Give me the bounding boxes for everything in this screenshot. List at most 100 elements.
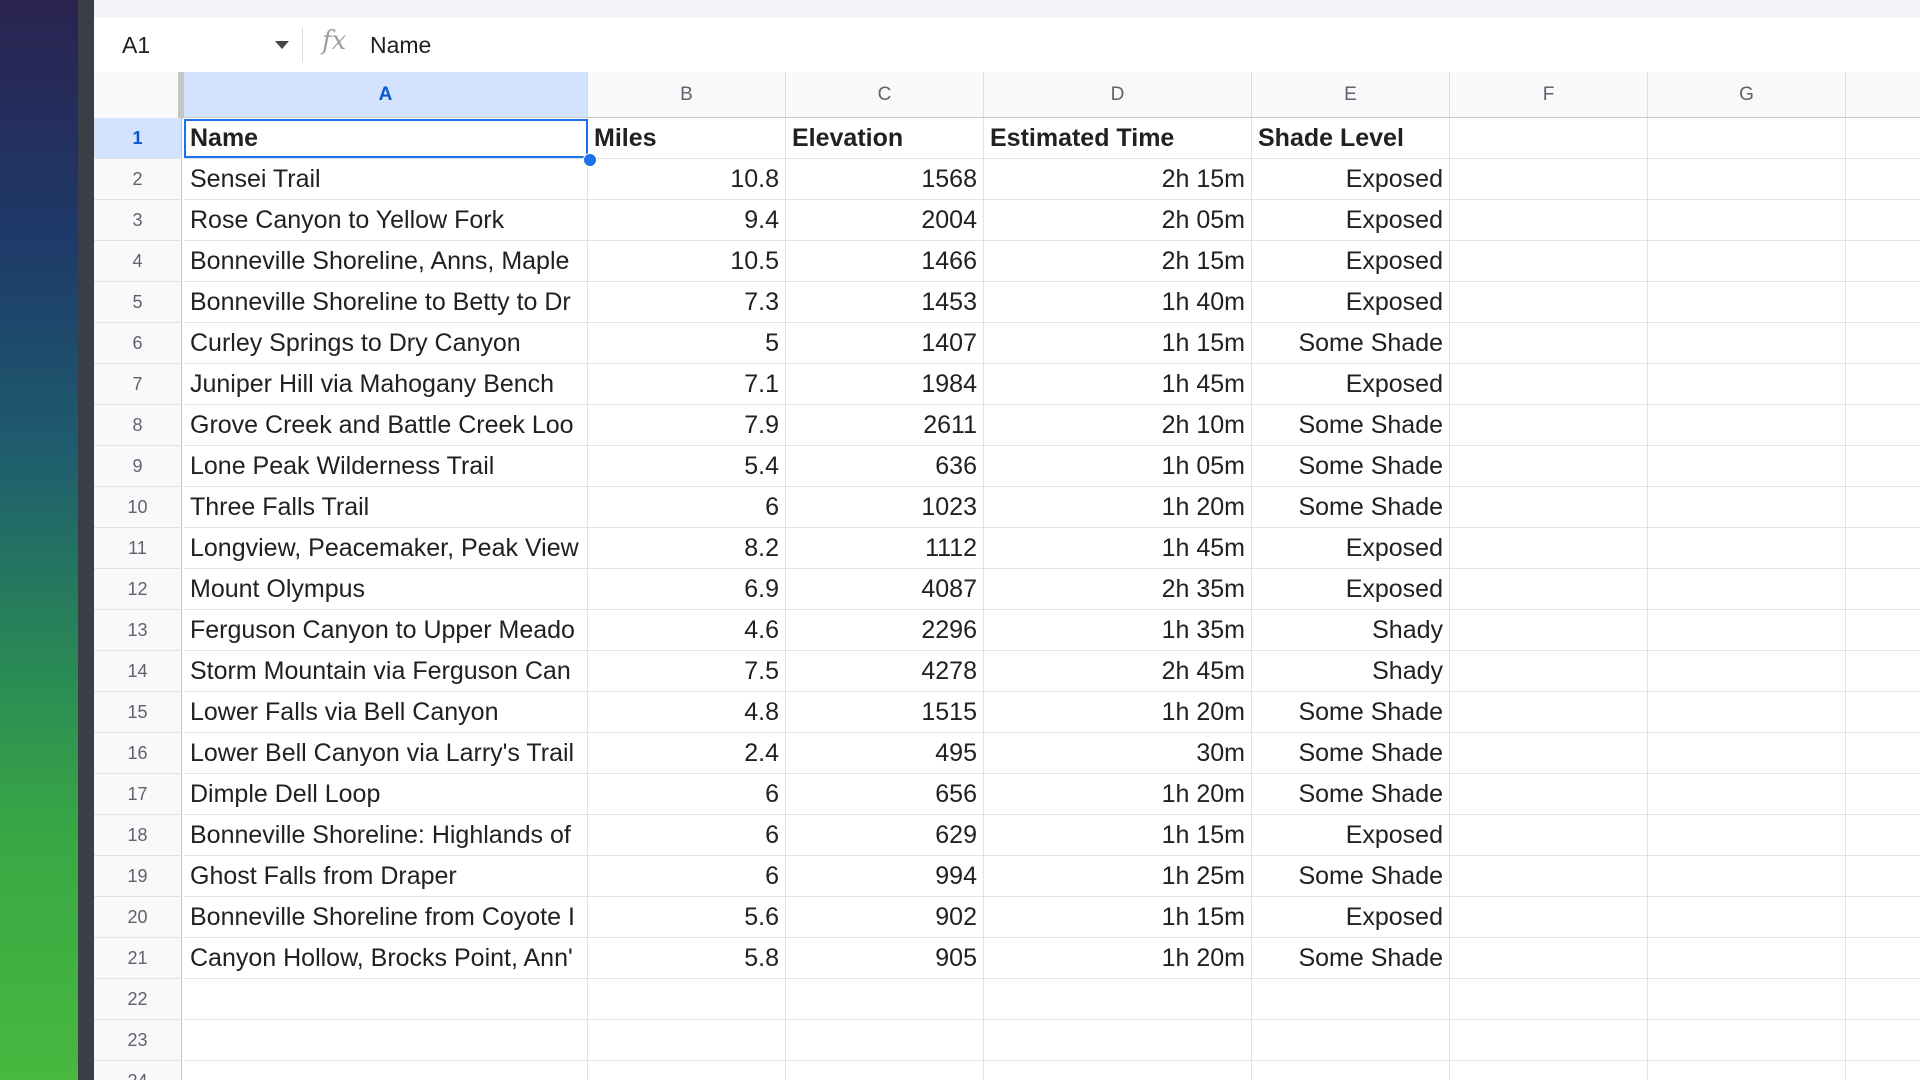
fill-handle[interactable] xyxy=(583,153,597,167)
cell-b20[interactable]: 5.6 xyxy=(588,897,786,938)
cell-f13[interactable] xyxy=(1450,610,1648,651)
cell-e24[interactable] xyxy=(1252,1061,1450,1080)
cell-f18[interactable] xyxy=(1450,815,1648,856)
cell-d19[interactable]: 1h 25m xyxy=(984,856,1252,897)
cell-g6[interactable] xyxy=(1648,323,1846,364)
cell-e14[interactable]: Shady xyxy=(1252,651,1450,692)
cell-e10[interactable]: Some Shade xyxy=(1252,487,1450,528)
cell-d11[interactable]: 1h 45m xyxy=(984,528,1252,569)
cell-b10[interactable]: 6 xyxy=(588,487,786,528)
cell-e20[interactable]: Exposed xyxy=(1252,897,1450,938)
cell-e19[interactable]: Some Shade xyxy=(1252,856,1450,897)
row-header[interactable]: 20 xyxy=(94,897,182,938)
cell-e17[interactable]: Some Shade xyxy=(1252,774,1450,815)
cell-d10[interactable]: 1h 20m xyxy=(984,487,1252,528)
cell-b4[interactable]: 10.5 xyxy=(588,241,786,282)
cell-c2[interactable]: 1568 xyxy=(786,159,984,200)
cell-c22[interactable] xyxy=(786,979,984,1020)
cell-e16[interactable]: Some Shade xyxy=(1252,733,1450,774)
cell-d22[interactable] xyxy=(984,979,1252,1020)
cell-c15[interactable]: 1515 xyxy=(786,692,984,733)
cell-f12[interactable] xyxy=(1450,569,1648,610)
cell-b23[interactable] xyxy=(588,1020,786,1061)
cell-f14[interactable] xyxy=(1450,651,1648,692)
cell-b24[interactable] xyxy=(588,1061,786,1080)
cell-g24[interactable] xyxy=(1648,1061,1846,1080)
cell-c11[interactable]: 1112 xyxy=(786,528,984,569)
cell-d9[interactable]: 1h 05m xyxy=(984,446,1252,487)
cell-a10[interactable]: Three Falls Trail xyxy=(184,487,588,528)
cell-g5[interactable] xyxy=(1648,282,1846,323)
cell-c10[interactable]: 1023 xyxy=(786,487,984,528)
cell-a16[interactable]: Lower Bell Canyon via Larry's Trail xyxy=(184,733,588,774)
cell-a11[interactable]: Longview, Peacemaker, Peak View xyxy=(184,528,588,569)
column-header-a[interactable]: A xyxy=(184,72,588,118)
row-header[interactable]: 8 xyxy=(94,405,182,446)
cell-f15[interactable] xyxy=(1450,692,1648,733)
row-header[interactable]: 1 xyxy=(94,118,182,159)
cell-e12[interactable]: Exposed xyxy=(1252,569,1450,610)
cell-a24[interactable] xyxy=(184,1061,588,1080)
cell-c4[interactable]: 1466 xyxy=(786,241,984,282)
cell-c19[interactable]: 994 xyxy=(786,856,984,897)
cell-a14[interactable]: Storm Mountain via Ferguson Can xyxy=(184,651,588,692)
cell-b2[interactable]: 10.8 xyxy=(588,159,786,200)
column-header-e[interactable]: E xyxy=(1252,72,1450,118)
cell-a17[interactable]: Dimple Dell Loop xyxy=(184,774,588,815)
cell-c13[interactable]: 2296 xyxy=(786,610,984,651)
row-header[interactable]: 11 xyxy=(94,528,182,569)
cell-a4[interactable]: Bonneville Shoreline, Anns, Maple xyxy=(184,241,588,282)
cell-a21[interactable]: Canyon Hollow, Brocks Point, Ann' xyxy=(184,938,588,979)
cell-e15[interactable]: Some Shade xyxy=(1252,692,1450,733)
row-header[interactable]: 2 xyxy=(94,159,182,200)
column-header-b[interactable]: B xyxy=(588,72,786,118)
cell-c9[interactable]: 636 xyxy=(786,446,984,487)
row-header[interactable]: 19 xyxy=(94,856,182,897)
cell-b17[interactable]: 6 xyxy=(588,774,786,815)
cell-a20[interactable]: Bonneville Shoreline from Coyote I xyxy=(184,897,588,938)
cell-c6[interactable]: 1407 xyxy=(786,323,984,364)
cell-d8[interactable]: 2h 10m xyxy=(984,405,1252,446)
cell-g12[interactable] xyxy=(1648,569,1846,610)
cell-a5[interactable]: Bonneville Shoreline to Betty to Dr xyxy=(184,282,588,323)
cell-a18[interactable]: Bonneville Shoreline: Highlands of xyxy=(184,815,588,856)
cell-e8[interactable]: Some Shade xyxy=(1252,405,1450,446)
cell-f6[interactable] xyxy=(1450,323,1648,364)
cell-g10[interactable] xyxy=(1648,487,1846,528)
cell-b21[interactable]: 5.8 xyxy=(588,938,786,979)
name-box[interactable]: A1 xyxy=(122,32,150,59)
cell-d7[interactable]: 1h 45m xyxy=(984,364,1252,405)
cell-a19[interactable]: Ghost Falls from Draper xyxy=(184,856,588,897)
cell-e13[interactable]: Shady xyxy=(1252,610,1450,651)
cell-d5[interactable]: 1h 40m xyxy=(984,282,1252,323)
cell-b22[interactable] xyxy=(588,979,786,1020)
cell-f1[interactable] xyxy=(1450,118,1648,159)
cell-f10[interactable] xyxy=(1450,487,1648,528)
cell-b12[interactable]: 6.9 xyxy=(588,569,786,610)
cell-g8[interactable] xyxy=(1648,405,1846,446)
cell-c21[interactable]: 905 xyxy=(786,938,984,979)
cell-g9[interactable] xyxy=(1648,446,1846,487)
cell-d4[interactable]: 2h 15m xyxy=(984,241,1252,282)
cell-c5[interactable]: 1453 xyxy=(786,282,984,323)
cell-f7[interactable] xyxy=(1450,364,1648,405)
row-header[interactable]: 14 xyxy=(94,651,182,692)
cell-g23[interactable] xyxy=(1648,1020,1846,1061)
cell-b6[interactable]: 5 xyxy=(588,323,786,364)
cell-f2[interactable] xyxy=(1450,159,1648,200)
cell-d23[interactable] xyxy=(984,1020,1252,1061)
row-header[interactable]: 22 xyxy=(94,979,182,1020)
cell-f23[interactable] xyxy=(1450,1020,1648,1061)
row-header[interactable]: 4 xyxy=(94,241,182,282)
cell-a12[interactable]: Mount Olympus xyxy=(184,569,588,610)
row-header[interactable]: 9 xyxy=(94,446,182,487)
cell-a3[interactable]: Rose Canyon to Yellow Fork xyxy=(184,200,588,241)
cell-d14[interactable]: 2h 45m xyxy=(984,651,1252,692)
row-header[interactable]: 3 xyxy=(94,200,182,241)
cell-c7[interactable]: 1984 xyxy=(786,364,984,405)
cell-e11[interactable]: Exposed xyxy=(1252,528,1450,569)
cell-d6[interactable]: 1h 15m xyxy=(984,323,1252,364)
cell-g13[interactable] xyxy=(1648,610,1846,651)
cell-c1[interactable]: Elevation xyxy=(786,118,984,159)
cell-f9[interactable] xyxy=(1450,446,1648,487)
